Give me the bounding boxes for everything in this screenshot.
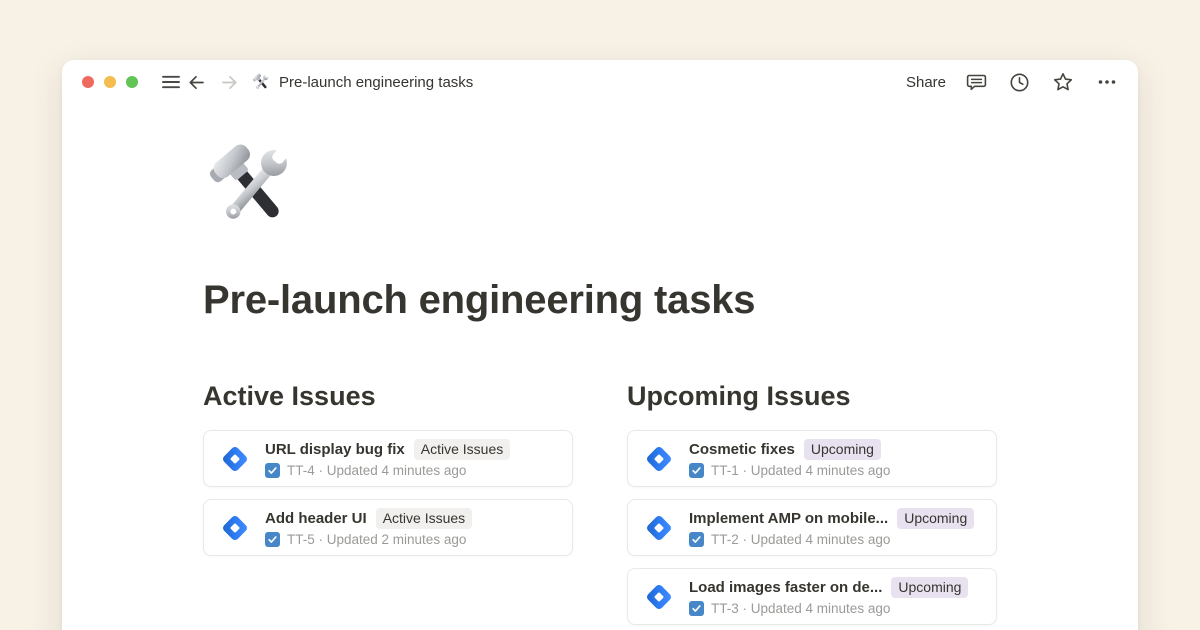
issue-checkbox[interactable] (689, 532, 704, 547)
comment-icon (965, 71, 988, 94)
issue-status-tag: Upcoming (804, 439, 881, 460)
issue-card-body: Load images faster on de... Upcoming TT-… (689, 577, 968, 616)
hammer-and-wrench-page-icon[interactable] (205, 140, 301, 236)
notion-window: Pre-launch engineering tasks Share (62, 60, 1138, 630)
issue-card[interactable]: Load images faster on de... Upcoming TT-… (627, 568, 997, 625)
forward-button[interactable] (217, 70, 242, 95)
jira-icon (642, 580, 676, 614)
column-heading: Upcoming Issues (627, 379, 997, 413)
window-titlebar: Pre-launch engineering tasks Share (62, 60, 1138, 104)
card-list: Cosmetic fixes Upcoming TT-1 · Updated 4… (627, 430, 997, 625)
sidebar-menu-button[interactable] (158, 69, 184, 95)
zoom-window-button[interactable] (126, 76, 138, 88)
page-content: Pre-launch engineering tasks Active Issu… (62, 140, 1138, 625)
issue-card[interactable]: URL display bug fix Active Issues TT-4 ·… (203, 430, 573, 487)
checkmark-icon (691, 465, 702, 476)
issue-meta: TT-1 · Updated 4 minutes ago (711, 463, 890, 478)
hamburger-icon (160, 71, 182, 93)
issue-meta: TT-3 · Updated 4 minutes ago (711, 601, 890, 616)
jira-icon (642, 511, 676, 545)
issue-column: Upcoming Issues Cosmetic fixes Upcoming … (627, 379, 997, 625)
issue-checkbox[interactable] (265, 532, 280, 547)
back-button[interactable] (184, 70, 209, 95)
star-icon (1051, 70, 1075, 94)
issue-title: Load images faster on de... (689, 579, 882, 596)
issue-title: Cosmetic fixes (689, 441, 795, 458)
issue-status-tag: Upcoming (891, 577, 968, 598)
issue-meta: TT-2 · Updated 4 minutes ago (711, 532, 890, 547)
hammer-and-wrench-icon (252, 73, 271, 92)
checkmark-icon (267, 465, 278, 476)
updates-button[interactable] (1007, 70, 1032, 95)
issue-card-body: Implement AMP on mobile... Upcoming TT-2… (689, 508, 974, 547)
issue-meta: TT-5 · Updated 2 minutes ago (287, 532, 466, 547)
comments-button[interactable] (964, 70, 989, 95)
close-window-button[interactable] (82, 76, 94, 88)
breadcrumb[interactable]: Pre-launch engineering tasks (252, 73, 473, 92)
issue-columns: Active Issues URL display bug fix Active… (203, 379, 997, 625)
issue-status-tag: Active Issues (414, 439, 510, 460)
issue-column: Active Issues URL display bug fix Active… (203, 379, 573, 625)
checkmark-icon (691, 603, 702, 614)
ellipsis-icon (1095, 70, 1119, 94)
card-list: URL display bug fix Active Issues TT-4 ·… (203, 430, 573, 556)
share-button[interactable]: Share (906, 74, 946, 91)
issue-title: Implement AMP on mobile... (689, 510, 888, 527)
issue-card[interactable]: Implement AMP on mobile... Upcoming TT-2… (627, 499, 997, 556)
jira-icon (218, 442, 252, 476)
issue-checkbox[interactable] (689, 601, 704, 616)
forward-arrow-icon (219, 72, 240, 93)
minimize-window-button[interactable] (104, 76, 116, 88)
issue-card-body: URL display bug fix Active Issues TT-4 ·… (265, 439, 510, 478)
checkmark-icon (691, 534, 702, 545)
column-heading: Active Issues (203, 379, 573, 413)
breadcrumb-page-title: Pre-launch engineering tasks (279, 74, 473, 91)
window-controls (82, 76, 138, 88)
issue-card[interactable]: Cosmetic fixes Upcoming TT-1 · Updated 4… (627, 430, 997, 487)
favorite-button[interactable] (1050, 69, 1076, 95)
issue-title: Add header UI (265, 510, 367, 527)
jira-icon (218, 511, 252, 545)
issue-status-tag: Active Issues (376, 508, 472, 529)
jira-icon (642, 442, 676, 476)
issue-card[interactable]: Add header UI Active Issues TT-5 · Updat… (203, 499, 573, 556)
checkmark-icon (267, 534, 278, 545)
issue-meta: TT-4 · Updated 4 minutes ago (287, 463, 466, 478)
issue-checkbox[interactable] (265, 463, 280, 478)
back-arrow-icon (186, 72, 207, 93)
issue-card-body: Cosmetic fixes Upcoming TT-1 · Updated 4… (689, 439, 890, 478)
issue-card-body: Add header UI Active Issues TT-5 · Updat… (265, 508, 472, 547)
issue-checkbox[interactable] (689, 463, 704, 478)
page-title: Pre-launch engineering tasks (203, 278, 997, 323)
clock-icon (1008, 71, 1031, 94)
issue-status-tag: Upcoming (897, 508, 974, 529)
more-options-button[interactable] (1094, 69, 1120, 95)
issue-title: URL display bug fix (265, 441, 405, 458)
